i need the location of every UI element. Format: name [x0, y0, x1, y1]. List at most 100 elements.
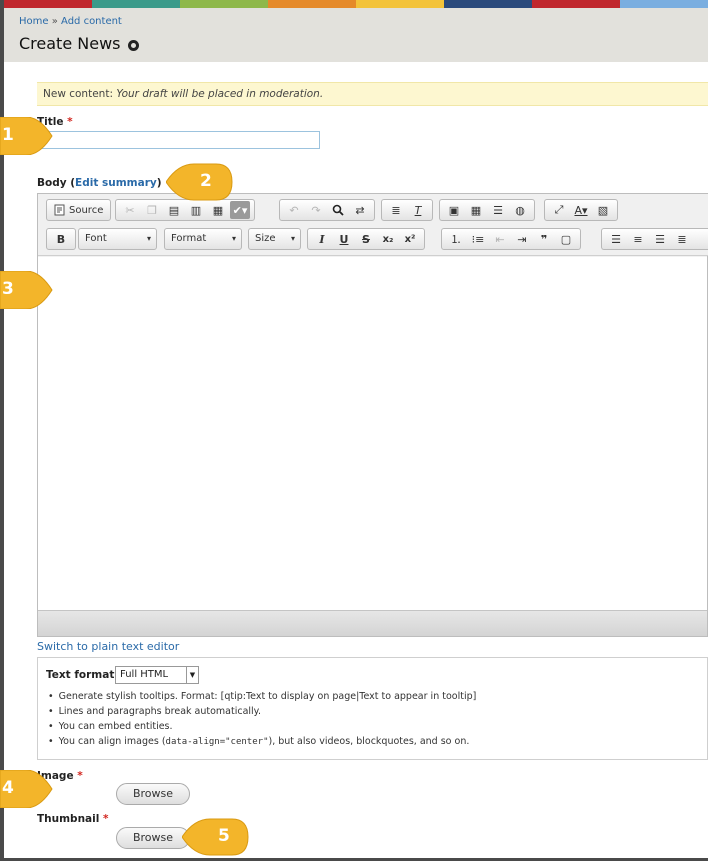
breadcrumb-add-content-link[interactable]: Add content [61, 16, 122, 27]
callout-number: 1 [2, 125, 14, 145]
spellcheck-icon[interactable]: ✔▾ [230, 201, 250, 219]
size-dropdown-label: Size [255, 233, 276, 244]
subscript-icon[interactable]: x₂ [378, 230, 398, 248]
numbered-list-icon[interactable]: ⒈ [446, 230, 466, 248]
underline-icon[interactable]: U [334, 230, 354, 248]
superscript-icon[interactable]: x² [400, 230, 420, 248]
callout-1: 1 [0, 116, 60, 156]
horizontal-line-icon[interactable]: ☰ [488, 201, 508, 219]
title-input[interactable] [37, 131, 320, 149]
callout-number: 3 [2, 279, 14, 299]
moderation-notice: New content: Your draft will be placed i… [37, 82, 708, 106]
table-icon[interactable]: ▦ [466, 201, 486, 219]
align-right-icon[interactable]: ☰ [650, 230, 670, 248]
font-dropdown[interactable]: Font ▾ [78, 228, 157, 250]
format-dropdown-label: Format [171, 233, 207, 244]
font-dropdown-label: Font [85, 233, 107, 244]
outdent-icon[interactable]: ⇤ [490, 230, 510, 248]
callout-number: 5 [218, 826, 230, 846]
image-browse-button[interactable]: Browse [116, 783, 190, 805]
undo-icon[interactable]: ↶ [284, 201, 304, 219]
remove-format-icon[interactable]: T [408, 201, 428, 219]
magnifier-icon [332, 204, 344, 216]
breadcrumb-home-link[interactable]: Home [19, 16, 49, 27]
select-arrow-icon: ▼ [186, 667, 198, 683]
editor-toolbar: Source ✂ ❐ ▤ ▥ ▦ ✔▾ ↶ ↷ ⇄ ≣ T ▣ ▦ ☰ ◍ ⤢ … [38, 194, 708, 256]
toolbar-group-clipboard: ✂ ❐ ▤ ▥ ▦ ✔▾ [115, 199, 255, 221]
required-mark: * [77, 770, 83, 782]
blockquote-icon[interactable]: ❞ [534, 230, 554, 248]
find-icon[interactable] [328, 201, 348, 219]
paste-icon[interactable]: ▤ [164, 201, 184, 219]
callout-2: 2 [165, 162, 233, 201]
align-center-icon[interactable]: ≡ [628, 230, 648, 248]
tip-text: ), but also videos, blockquotes, and so … [268, 736, 470, 747]
strikethrough-icon[interactable]: S [356, 230, 376, 248]
toolbar-group-format-tools: ≣ T [381, 199, 433, 221]
indent-icon[interactable]: ⇥ [512, 230, 532, 248]
creatediv-icon[interactable]: ▢ [556, 230, 576, 248]
replace-icon[interactable]: ⇄ [350, 201, 370, 219]
color-stripe [4, 0, 708, 8]
paste-text-icon[interactable]: ▥ [186, 201, 206, 219]
image-icon[interactable]: ▣ [444, 201, 464, 219]
source-button[interactable]: Source [51, 201, 106, 219]
maximize-icon[interactable]: ⤢ [549, 201, 569, 219]
edit-summary-link[interactable]: Edit summary [75, 177, 157, 189]
text-format-label: Text format [46, 669, 115, 681]
cut-icon[interactable]: ✂ [120, 201, 140, 219]
text-format-box: Text format Full HTML ▼ Generate stylish… [37, 657, 708, 760]
toolbar-group-view: ⤢ A▾ ▧ [544, 199, 618, 221]
editor-content-area[interactable] [38, 257, 707, 610]
editor-status-bar [38, 610, 707, 636]
toolbar-group-bold: B [46, 228, 76, 250]
text-color-icon[interactable]: A▾ [571, 201, 591, 219]
toolbar-group-lists: ⒈ ⁝≡ ⇤ ⇥ ❞ ▢ [441, 228, 581, 250]
rich-text-editor: Source ✂ ❐ ▤ ▥ ▦ ✔▾ ↶ ↷ ⇄ ≣ T ▣ ▦ ☰ ◍ ⤢ … [37, 193, 708, 637]
source-button-label: Source [69, 204, 104, 216]
size-dropdown[interactable]: Size ▾ [248, 228, 301, 250]
format-tip: You can embed entities. [48, 719, 476, 734]
toolbar-group-insert: ▣ ▦ ☰ ◍ [439, 199, 535, 221]
redo-icon[interactable]: ↷ [306, 201, 326, 219]
tip-code: data-align="center" [165, 737, 269, 747]
required-mark: * [103, 813, 109, 825]
format-tips-list: Generate stylish tooltips. Format: [qtip… [48, 689, 477, 749]
toolbar-group-alignment: ☰ ≡ ☰ ≣ [601, 228, 708, 250]
paste-word-icon[interactable]: ▦ [208, 201, 228, 219]
notice-prefix: New content: [43, 88, 113, 100]
page-header: Home » Add content Create News [4, 8, 708, 62]
callout-4: 4 [0, 769, 60, 809]
select-all-icon[interactable]: ≣ [386, 201, 406, 219]
format-dropdown[interactable]: Format ▾ [164, 228, 242, 250]
shortcut-add-icon[interactable] [128, 40, 139, 51]
font-dropdown-arrow-icon: ▾ [146, 234, 151, 243]
text-format-select[interactable]: Full HTML ▼ [115, 666, 199, 684]
tip-text: You can align images ( [58, 736, 166, 747]
italic-icon[interactable]: I [312, 230, 332, 248]
breadcrumb-separator: » [51, 16, 58, 27]
bulleted-list-icon[interactable]: ⁝≡ [468, 230, 488, 248]
justify-icon[interactable]: ≣ [672, 230, 692, 248]
required-mark: * [67, 116, 73, 128]
thumbnail-label: Thumbnail * [37, 813, 109, 825]
notice-message: Your draft will be placed in moderation. [116, 88, 324, 100]
link-globe-icon[interactable]: ◍ [510, 201, 530, 219]
document-icon [54, 204, 65, 216]
media-icon[interactable]: ▧ [593, 201, 613, 219]
align-left-icon[interactable]: ☰ [606, 230, 626, 248]
bold-icon[interactable]: B [51, 230, 71, 248]
body-label-text: Body ( [37, 177, 76, 189]
copy-icon[interactable]: ❐ [142, 201, 162, 219]
page-title: Create News [19, 34, 121, 53]
callout-number: 2 [200, 171, 212, 191]
toolbar-group-basic-styles: I U S x₂ x² [307, 228, 425, 250]
thumbnail-browse-button[interactable]: Browse [116, 827, 190, 849]
callout-arrow-icon [181, 818, 249, 856]
breadcrumb: Home » Add content [19, 16, 122, 27]
thumbnail-label-text: Thumbnail [37, 813, 100, 825]
callout-3: 3 [0, 270, 60, 310]
format-tip: Lines and paragraphs break automatically… [48, 704, 476, 719]
switch-plain-text-link[interactable]: Switch to plain text editor [37, 640, 179, 653]
format-tip: Generate stylish tooltips. Format: [qtip… [48, 689, 477, 704]
